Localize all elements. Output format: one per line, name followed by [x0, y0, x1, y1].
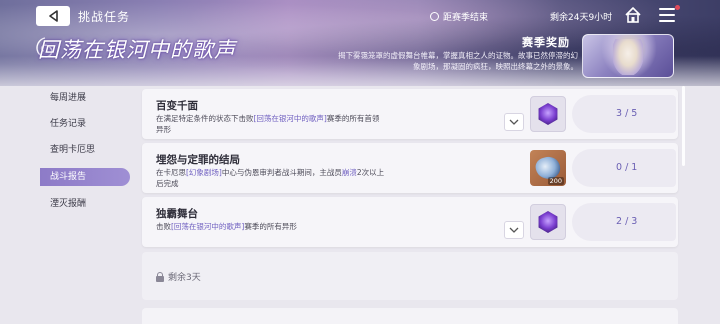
task-desc-highlight: [回荡在银河中的歌声]	[171, 222, 245, 231]
notification-dot	[675, 5, 680, 10]
task-list: 百变千面 在满足特定条件的状态下击败[回荡在银河中的歌声]赛季的所有首领异形 3…	[142, 86, 678, 324]
scrollbar[interactable]	[682, 86, 685, 166]
expand-button[interactable]	[504, 221, 524, 239]
remaining-time: 剩余24天9小时	[550, 13, 613, 23]
locked-remaining: 剩余3天	[168, 273, 201, 283]
reward-character-portrait	[613, 39, 643, 75]
event-logo: 回荡在银河中的歌声	[38, 38, 236, 62]
task-reward-item[interactable]	[530, 204, 566, 240]
task-progress: 2 / 3	[616, 216, 638, 227]
sidebar-item-battle-report[interactable]: 战斗报告	[40, 168, 130, 186]
purple-gem-icon	[538, 211, 558, 233]
clock-icon	[430, 12, 439, 21]
task-desc-text: 在卡厄思	[156, 168, 186, 177]
season-reward-description: 揭下雾霭笼罩的虚假舞台帷幕，掌握真相之人的证物。故事已然停滞的幻象剧场，那凝固的…	[338, 51, 578, 71]
task-desc-highlight: [幻象剧场]	[186, 168, 222, 177]
task-card: 埋怨与定罪的结局 在卡厄思[幻象剧场]中心与伪恩审判者战斗期间，主战员崩溃2次以…	[142, 143, 678, 193]
season-end-indicator: 距赛季结束	[430, 10, 488, 23]
task-reward-item[interactable]: 200	[530, 150, 566, 186]
task-card-partial	[142, 308, 678, 324]
sidebar-item-task-record[interactable]: 任务记录	[40, 115, 130, 133]
task-title: 百变千面	[156, 100, 198, 112]
task-description: 击败[回荡在银河中的歌声]赛季的所有异形	[156, 221, 386, 232]
home-icon[interactable]	[624, 6, 642, 24]
top-bar: 挑战任务 距赛季结束 剩余24天9小时	[0, 0, 720, 32]
back-arrow-icon	[49, 10, 58, 22]
sidebar: 每周进展 任务记录 查明卡厄思 战斗报告 湮灭报酬	[0, 86, 140, 324]
task-progress: 0 / 1	[616, 162, 638, 173]
task-description: 在卡厄思[幻象剧场]中心与伪恩审判者战斗期间，主战员崩溃2次以上后完成	[156, 167, 386, 189]
sidebar-item-weekly-progress[interactable]: 每周进展	[40, 89, 130, 107]
page-title: 挑战任务	[78, 10, 131, 24]
lock-icon	[156, 271, 164, 282]
expand-button[interactable]	[504, 113, 524, 131]
task-title: 独霸舞台	[156, 208, 198, 220]
back-button[interactable]	[36, 6, 70, 26]
chevron-down-icon	[509, 119, 519, 125]
locked-task-row: 剩余3天	[142, 252, 678, 300]
sidebar-item-investigate-chaos[interactable]: 查明卡厄思	[40, 141, 130, 159]
menu-icon[interactable]	[659, 8, 675, 22]
season-reward-card[interactable]	[582, 34, 674, 78]
reward-quantity: 200	[547, 177, 564, 185]
task-card: 百变千面 在满足特定条件的状态下击败[回荡在银河中的歌声]赛季的所有首领异形 3…	[142, 89, 678, 139]
task-title: 埋怨与定罪的结局	[156, 154, 240, 166]
task-description: 在满足特定条件的状态下击败[回荡在银河中的歌声]赛季的所有首领异形	[156, 113, 386, 135]
sidebar-item-annihilation-reward[interactable]: 湮灭报酬	[40, 195, 130, 213]
task-desc-text: 在满足特定条件的状态下击败	[156, 114, 254, 123]
season-end-label: 距赛季结束	[443, 13, 489, 23]
header-banner: 挑战任务 距赛季结束 剩余24天9小时 回荡在银河中的歌声 赛季奖励 揭下雾霭笼…	[0, 0, 720, 86]
task-reward-item[interactable]	[530, 96, 566, 132]
task-card: 独霸舞台 击败[回荡在银河中的歌声]赛季的所有异形 2 / 3	[142, 197, 678, 247]
task-desc-text: 赛季的所有异形	[244, 222, 297, 231]
locked-label: 剩余3天	[156, 270, 201, 283]
season-reward-title: 赛季奖励	[522, 36, 570, 49]
chevron-down-icon	[509, 227, 519, 233]
task-desc-text: 击败	[156, 222, 171, 231]
purple-gem-icon	[538, 103, 558, 125]
task-progress: 3 / 5	[616, 108, 638, 119]
task-desc-highlight: 崩溃	[341, 168, 357, 177]
task-desc-text: 中心与伪恩审判者战斗期间，主战员	[221, 168, 342, 177]
task-desc-highlight: [回荡在银河中的歌声]	[253, 114, 327, 123]
